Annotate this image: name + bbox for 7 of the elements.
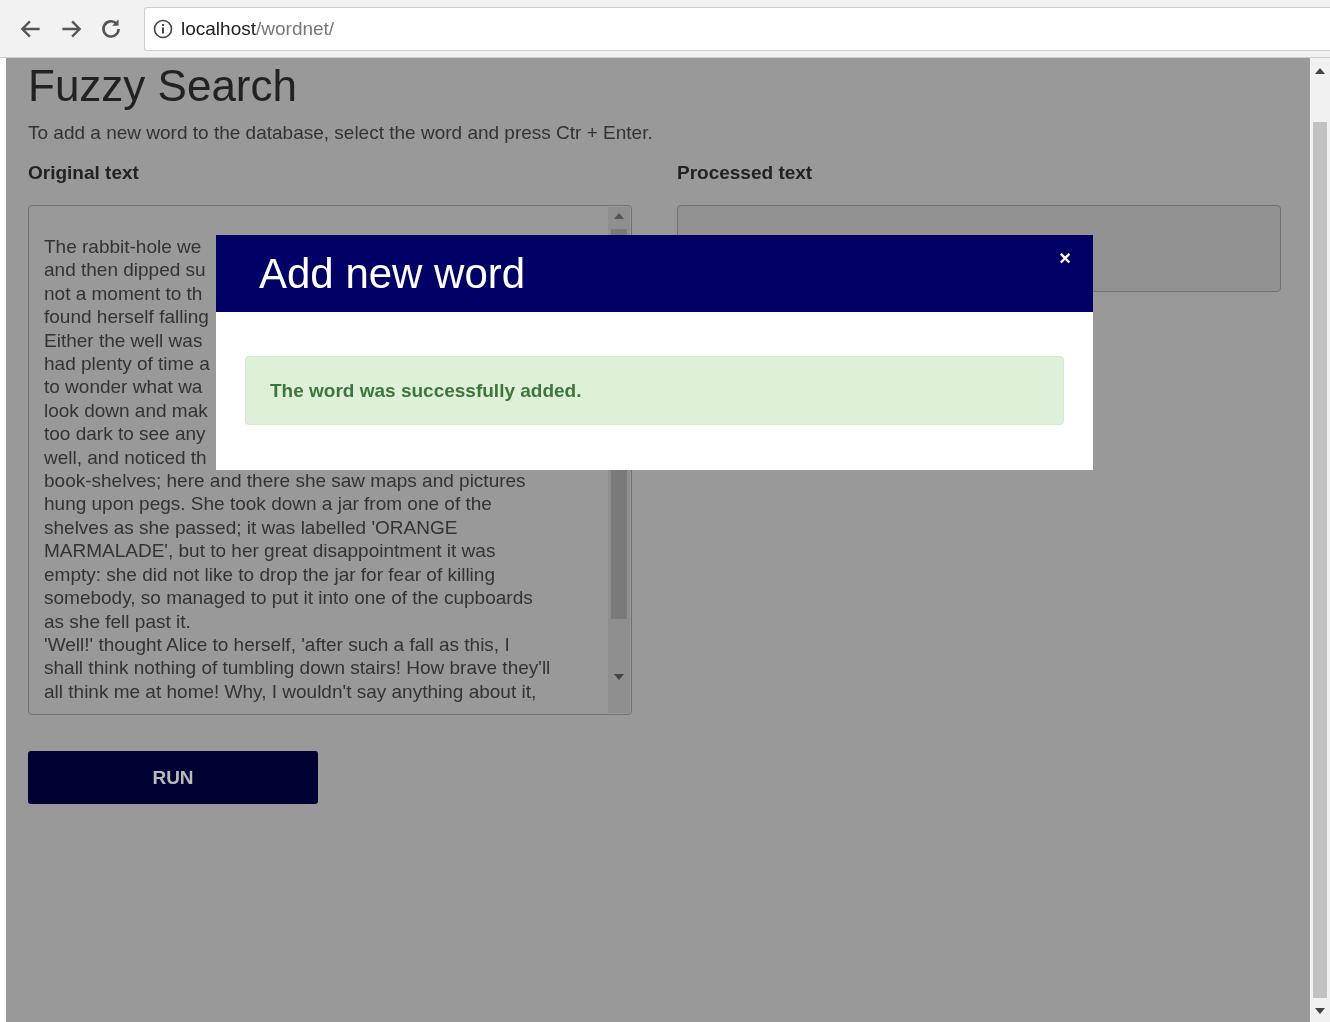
field-label: Original text <box>28 162 140 184</box>
modal-title: Add new word <box>259 249 526 298</box>
url-text: localhost/wordnet/ <box>181 17 335 40</box>
hint-text: To add a new word to the database, select the word and press Ctr + Enter. <box>28 122 654 144</box>
success-alert: The word was successfully added. <box>245 356 1064 425</box>
page-title: Fuzzy Search <box>28 60 298 112</box>
field-label: Processed text <box>677 162 814 184</box>
